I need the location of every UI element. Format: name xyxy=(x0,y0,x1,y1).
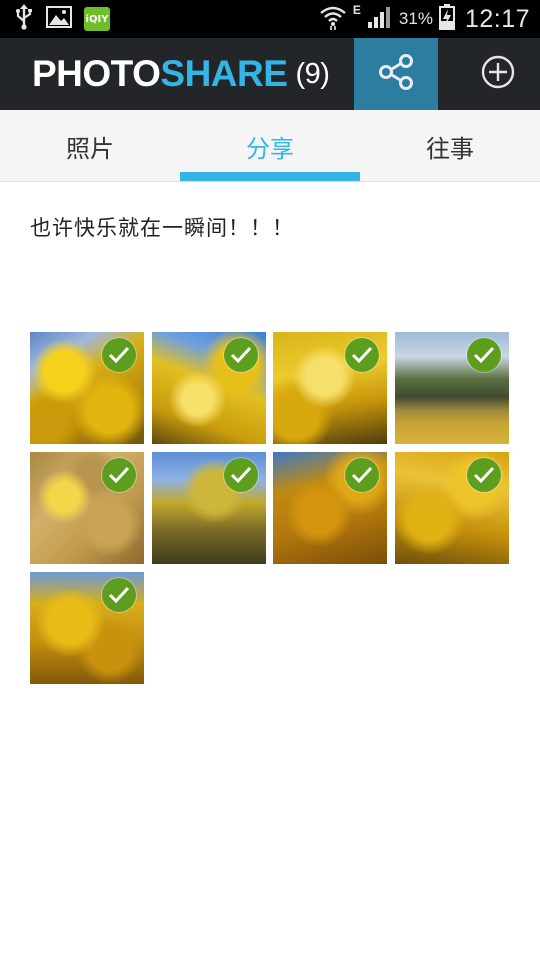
photo-thumbnail[interactable] xyxy=(30,572,144,684)
selected-count: (9) xyxy=(295,57,330,90)
check-icon xyxy=(223,338,258,372)
iqiyi-icon: iQIY xyxy=(84,7,110,31)
check-icon xyxy=(466,458,501,492)
status-bar: iQIY E 31% 12:17 xyxy=(0,0,540,38)
clock: 12:17 xyxy=(464,4,530,33)
signal-icon xyxy=(367,5,393,33)
add-circle-icon xyxy=(480,54,516,94)
active-tab-indicator xyxy=(180,172,360,181)
check-icon xyxy=(223,458,258,492)
photo-thumbnail[interactable] xyxy=(394,452,509,564)
notification-icons: iQIY xyxy=(14,4,110,34)
app-title-share: SHARE xyxy=(160,53,288,94)
photo-thumbnail[interactable] xyxy=(30,452,144,564)
share-icon xyxy=(376,52,416,96)
check-icon xyxy=(102,458,136,492)
photo-thumbnail[interactable] xyxy=(151,332,266,444)
battery-percent: 31% xyxy=(398,9,433,28)
check-icon xyxy=(345,338,379,372)
share-button[interactable] xyxy=(354,38,438,110)
share-caption[interactable]: 也许快乐就在一瞬间！！！ xyxy=(30,212,294,242)
photo-thumbnail[interactable] xyxy=(273,332,387,444)
app-title: PHOTO SHARE (9) xyxy=(32,38,330,110)
usb-icon xyxy=(14,4,34,34)
battery-charging-icon xyxy=(438,4,455,34)
app-title-photo: PHOTO xyxy=(32,53,161,94)
tab-memories[interactable]: 往事 xyxy=(360,110,540,182)
add-button[interactable] xyxy=(456,38,540,110)
tab-photos[interactable]: 照片 xyxy=(0,110,180,182)
photo-thumbnail[interactable] xyxy=(30,332,144,444)
check-icon xyxy=(102,338,136,372)
app-bar: PHOTO SHARE (9) xyxy=(0,38,540,110)
check-icon xyxy=(345,458,379,492)
photo-thumbnail[interactable] xyxy=(273,452,387,564)
system-status: E 31% 12:17 xyxy=(319,3,530,35)
photo-grid xyxy=(30,332,510,684)
network-type-label: E xyxy=(352,3,361,17)
photo-thumbnail[interactable] xyxy=(394,332,509,444)
tab-bar: 照片 分享 往事 xyxy=(0,110,540,182)
wifi-icon xyxy=(319,3,347,35)
check-icon xyxy=(102,578,136,612)
check-icon xyxy=(466,338,501,372)
photo-thumbnail[interactable] xyxy=(151,452,266,564)
gallery-icon xyxy=(46,6,72,32)
